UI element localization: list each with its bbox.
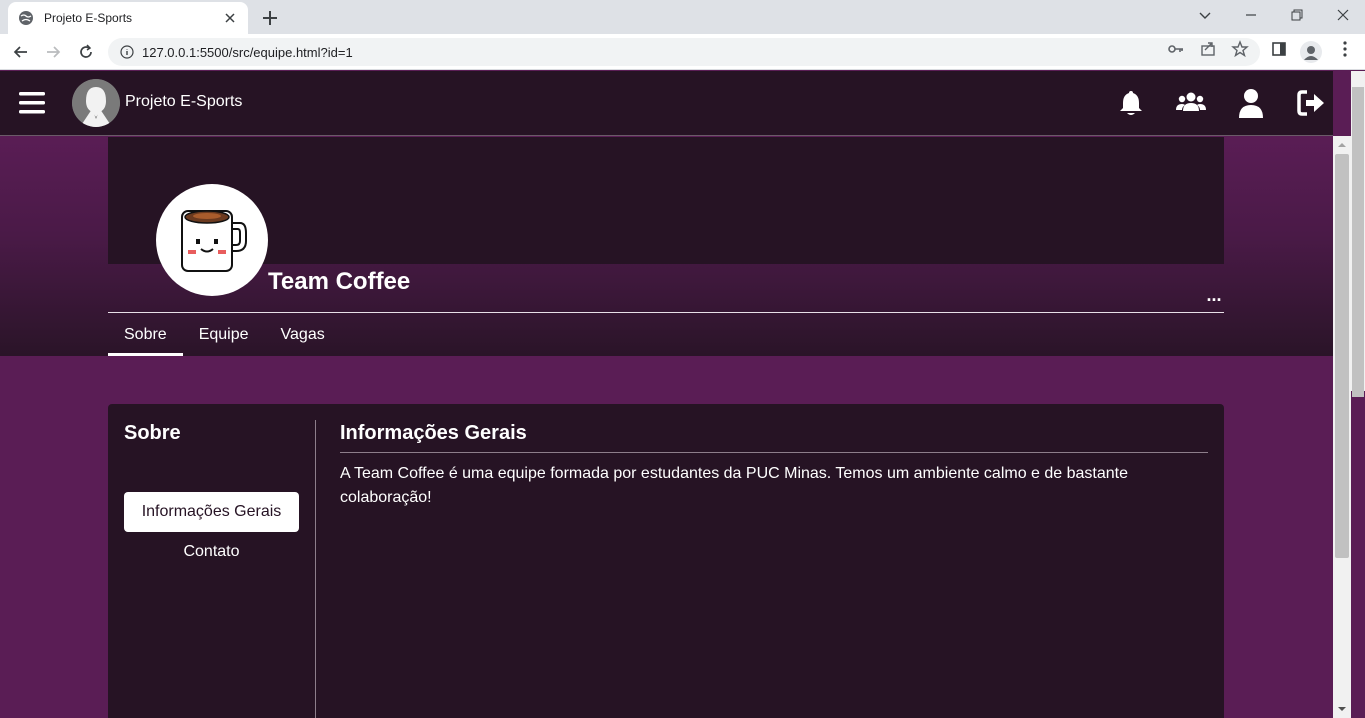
minimize-icon[interactable] — [1237, 4, 1265, 26]
chevron-down-icon[interactable] — [1191, 4, 1219, 26]
content-title: Informações Gerais — [340, 422, 527, 444]
tab-title: Projeto E-Sports — [44, 11, 133, 25]
browser-tab[interactable]: Projeto E-Sports — [8, 2, 248, 34]
url-text: 127.0.0.1:5500/src/equipe.html?id=1 — [142, 44, 353, 60]
content-scrollbar[interactable] — [1333, 136, 1351, 718]
users-icon[interactable] — [1176, 88, 1206, 118]
info-icon[interactable] — [120, 45, 134, 59]
scrollbar-thumb[interactable] — [1352, 87, 1364, 397]
bell-icon[interactable] — [1116, 88, 1146, 118]
content-text: A Team Coffee é uma equipe formada por e… — [340, 465, 1129, 506]
scroll-up-icon[interactable] — [1337, 140, 1347, 150]
key-icon[interactable] — [1167, 40, 1185, 58]
team-avatar — [156, 184, 268, 296]
coffee-mug-icon — [181, 210, 247, 272]
forward-icon[interactable] — [40, 39, 66, 65]
profile-avatar[interactable] — [1300, 41, 1322, 63]
scroll-down-icon[interactable] — [1337, 704, 1347, 714]
tab-equipe[interactable]: Equipe — [183, 313, 265, 356]
sidebar-item-informacoes-gerais[interactable]: Informações Gerais — [124, 492, 299, 532]
page-scrollbar[interactable] — [1351, 71, 1365, 397]
tab-sobre[interactable]: Sobre — [108, 313, 183, 356]
address-bar[interactable]: 127.0.0.1:5500/src/equipe.html?id=1 — [108, 38, 1260, 66]
content-scrollbar-thumb[interactable] — [1335, 154, 1349, 558]
brand-name[interactable]: Projeto E-Sports — [125, 93, 242, 111]
profile-tabs: Sobre Equipe Vagas — [108, 313, 341, 356]
browser-toolbar: 127.0.0.1:5500/src/equipe.html?id=1 — [0, 34, 1365, 70]
tab-vagas[interactable]: Vagas — [265, 313, 341, 356]
share-icon[interactable] — [1199, 40, 1217, 58]
restore-icon[interactable] — [1283, 4, 1311, 26]
reload-icon[interactable] — [73, 39, 99, 65]
site-header: Projeto E-Sports — [0, 71, 1333, 136]
about-card: Sobre Informações Gerais Contato Informa… — [108, 404, 1224, 718]
vertical-divider — [315, 420, 316, 718]
menu-icon[interactable] — [19, 92, 45, 114]
window-close-icon[interactable] — [1329, 4, 1357, 26]
logout-icon[interactable] — [1296, 88, 1326, 118]
star-icon[interactable] — [1231, 40, 1249, 58]
sidebar-title: Sobre — [124, 422, 181, 444]
back-icon[interactable] — [8, 39, 34, 65]
sidebar-item-contato[interactable]: Contato — [124, 540, 299, 564]
plus-icon[interactable] — [258, 6, 282, 30]
cover-image — [108, 137, 1224, 264]
kebab-menu-icon[interactable] — [1336, 40, 1354, 58]
content-divider — [340, 452, 1208, 453]
team-name: Team Coffee — [268, 268, 411, 295]
close-icon[interactable] — [222, 10, 238, 26]
brand-logo[interactable] — [72, 79, 120, 127]
sidepanel-icon[interactable] — [1270, 40, 1288, 58]
globe-icon — [19, 11, 33, 25]
browser-tabbar: Projeto E-Sports — [0, 0, 1365, 34]
user-icon[interactable] — [1236, 88, 1266, 118]
more-options-button[interactable]: ... — [1203, 286, 1225, 306]
